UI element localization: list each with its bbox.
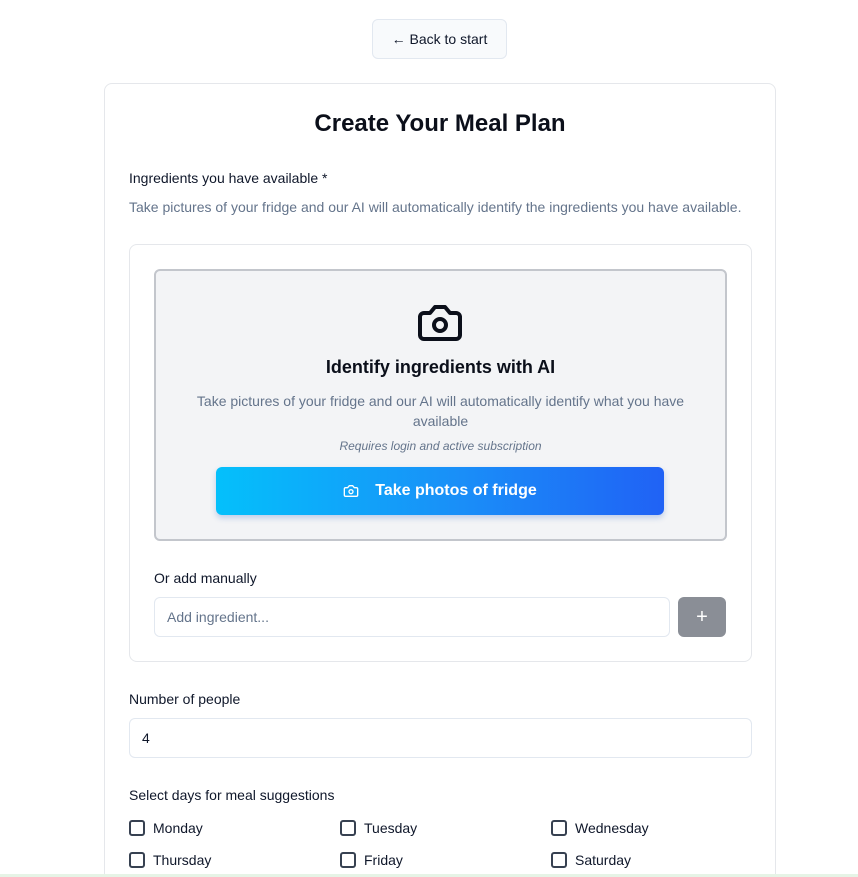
back-to-start-button[interactable]: ← Back to start (372, 19, 507, 59)
checkbox[interactable] (340, 820, 356, 836)
day-checkbox-tuesday[interactable]: Tuesday (340, 820, 417, 836)
camera-icon (418, 305, 462, 341)
people-label: Number of people (129, 691, 241, 707)
days-label: Select days for meal suggestions (129, 787, 335, 803)
meal-plan-form-card: Create Your Meal Plan Ingredients you ha… (104, 83, 776, 877)
take-photos-button[interactable]: Take photos of fridge (216, 467, 664, 515)
day-label: Saturday (575, 852, 632, 868)
page-title: Create Your Meal Plan (314, 110, 566, 137)
day-checkbox-saturday[interactable]: Saturday (551, 852, 631, 868)
day-checkbox-friday[interactable]: Friday (340, 852, 403, 868)
day-label: Friday (364, 852, 403, 868)
manual-add-label: Or add manually (154, 570, 257, 586)
day-checkbox-wednesday[interactable]: Wednesday (551, 820, 649, 836)
checkbox[interactable] (129, 820, 145, 836)
subscription-note: Requires login and active subscription (339, 439, 542, 453)
checkbox[interactable] (551, 852, 567, 868)
day-label: Tuesday (364, 820, 418, 836)
page: ← Back to start Create Your Meal Plan In… (0, 0, 858, 877)
checkbox[interactable] (551, 820, 567, 836)
take-photos-label: Take photos of fridge (375, 482, 537, 499)
day-checkbox-monday[interactable]: Monday (129, 820, 203, 836)
day-label: Thursday (153, 852, 212, 868)
ai-identify-panel: Identify ingredients with AI Take pictur… (154, 269, 727, 541)
number-of-people-input[interactable] (129, 718, 752, 758)
add-ingredient-input[interactable] (154, 597, 670, 637)
ai-panel-title: Identify ingredients with AI (325, 357, 556, 377)
day-label: Monday (153, 820, 203, 836)
ingredients-label: Ingredients you have available * (129, 170, 328, 186)
checkbox[interactable] (129, 852, 145, 868)
day-label: Wednesday (575, 820, 649, 836)
ingredients-help-text: Take pictures of your fridge and our AI … (129, 199, 742, 215)
add-ingredient-button[interactable]: + (678, 597, 726, 637)
checkbox[interactable] (340, 852, 356, 868)
ai-panel-description: Take pictures of your fridge and our AI … (196, 393, 685, 429)
camera-small-icon (343, 485, 359, 497)
day-checkbox-thursday[interactable]: Thursday (129, 852, 211, 868)
ingredients-section: Identify ingredients with AI Take pictur… (129, 244, 752, 662)
